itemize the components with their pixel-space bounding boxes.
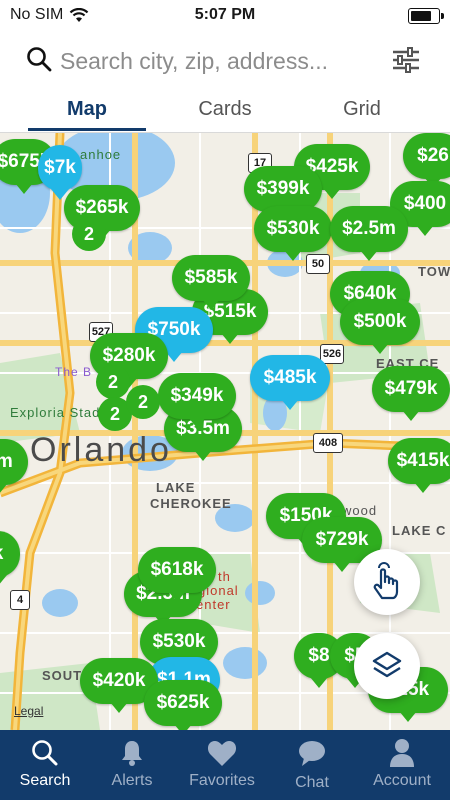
highway-shield-4: 4	[10, 590, 30, 610]
battery-icon	[408, 8, 444, 24]
nav-alerts-label: Alerts	[111, 772, 153, 789]
area-label-cherokee: CHEROKEE	[150, 496, 232, 511]
search-bar	[0, 32, 450, 90]
battery-level	[411, 11, 431, 21]
price-pin[interactable]: $625k	[144, 680, 222, 730]
price-pin[interactable]: $618k	[138, 547, 216, 602]
cluster-marker[interactable]: 2	[72, 217, 106, 251]
tab-map[interactable]: Map	[12, 90, 162, 130]
price-pin[interactable]: $2.5m	[330, 206, 408, 261]
nav-favorites-label: Favorites	[189, 772, 255, 789]
highway-shield-408: 408	[313, 433, 343, 453]
nav-search-label: Search	[19, 772, 71, 789]
nav-chat[interactable]: Chat	[267, 730, 357, 800]
price-pin[interactable]: $479k	[372, 366, 450, 421]
person-icon	[390, 739, 414, 767]
price-pin[interactable]: $500k	[340, 299, 420, 354]
search-icon	[32, 740, 58, 766]
area-label-lake: LAKE	[156, 480, 196, 495]
draw-area-button[interactable]	[354, 549, 420, 615]
nav-chat-label: Chat	[295, 774, 329, 791]
price-pin[interactable]: $530k	[254, 206, 332, 261]
map-layers-button[interactable]	[354, 633, 420, 699]
nav-account[interactable]: Account	[357, 730, 447, 800]
price-pin[interactable]: $485k	[250, 355, 330, 410]
area-label-lake-c: LAKE C	[392, 523, 447, 538]
area-label-anhoe: anhoe	[80, 147, 122, 162]
area-label-tow: TOW	[418, 264, 450, 279]
area-label-the-b: The B	[55, 365, 93, 379]
filter-sliders-icon[interactable]	[390, 44, 422, 76]
bottom-nav: Search Alerts Favorites Chat Account	[0, 730, 450, 800]
price-pin[interactable]: $585k	[172, 255, 250, 310]
map-view[interactable]: Orlando LAKE CHEROKEE SOUTH EAST CE LAKE…	[0, 133, 450, 730]
area-label-wood: wood	[342, 503, 378, 518]
chat-icon	[299, 741, 325, 766]
nav-favorites[interactable]: Favorites	[177, 730, 267, 800]
legal-link[interactable]: Legal	[14, 704, 43, 718]
bell-icon	[122, 741, 142, 766]
heart-icon	[207, 741, 237, 766]
search-icon[interactable]	[26, 46, 52, 72]
area-label-exploria: Exploria Stad	[10, 405, 101, 420]
nav-search[interactable]: Search	[0, 730, 90, 800]
cluster-marker[interactable]: 2	[96, 365, 130, 399]
highway-shield-50: 50	[306, 254, 330, 274]
clock: 5:07 PM	[194, 6, 256, 23]
price-pin[interactable]: $415k	[388, 438, 450, 493]
tab-cards[interactable]: Cards	[150, 90, 300, 130]
area-label-th: th	[218, 569, 231, 584]
price-pin[interactable]: $7k	[38, 145, 82, 200]
price-pin[interactable]: $26	[403, 133, 450, 188]
tab-grid[interactable]: Grid	[287, 90, 437, 130]
price-pin[interactable]: $349k	[158, 373, 236, 428]
city-label: Orlando	[30, 431, 172, 469]
highway-shield-526: 526	[320, 344, 344, 364]
nav-account-label: Account	[373, 772, 431, 789]
view-tabs: Map Cards Grid	[0, 90, 450, 133]
active-tab-indicator	[28, 128, 146, 131]
status-bar: No SIM 5:07 PM	[0, 0, 450, 32]
nav-alerts[interactable]: Alerts	[87, 730, 177, 800]
cluster-marker[interactable]: 2	[126, 385, 160, 419]
search-input[interactable]	[60, 44, 380, 78]
hand-pointer-icon	[373, 562, 399, 600]
layers-icon	[372, 651, 402, 678]
